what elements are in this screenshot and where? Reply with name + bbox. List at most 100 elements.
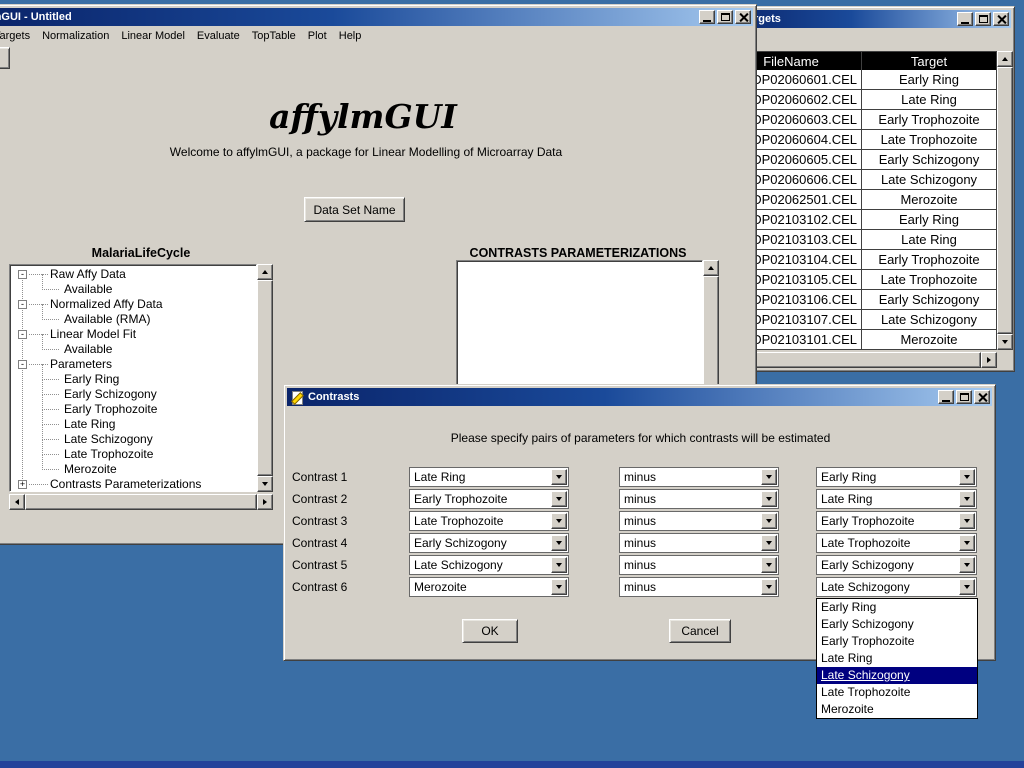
scroll-up-button[interactable]: [257, 264, 273, 280]
tree-node[interactable]: Merozoite: [10, 462, 256, 477]
scroll-right-button[interactable]: [981, 352, 997, 368]
combobox-arrow-button[interactable]: [959, 513, 975, 529]
dropdown-item[interactable]: Late Trophozoite: [817, 684, 977, 701]
combobox-arrow-button[interactable]: [551, 513, 567, 529]
dropdown-item[interactable]: Late Ring: [817, 650, 977, 667]
combobox-arrow-button[interactable]: [761, 557, 777, 573]
table-row[interactable]: DP02103106.CEL Early Schizogony: [720, 290, 997, 310]
combobox-arrow-button[interactable]: [959, 579, 975, 595]
table-row[interactable]: DP02103105.CEL Late Trophozoite: [720, 270, 997, 290]
tree-node[interactable]: Available (RMA): [10, 312, 256, 327]
ok-button[interactable]: OK: [462, 619, 518, 643]
contrast-left-combobox[interactable]: Merozoite: [409, 577, 569, 597]
tree-vertical-scrollbar[interactable]: [257, 264, 273, 492]
dropdown-item[interactable]: Early Trophozoite: [817, 633, 977, 650]
table-row[interactable]: DP02103102.CEL Early Ring: [720, 210, 997, 230]
table-row[interactable]: DP02103101.CEL Merozoite: [720, 330, 997, 350]
cancel-button[interactable]: Cancel: [669, 619, 731, 643]
contrast-operator-combobox[interactable]: minus: [619, 511, 779, 531]
menu-item[interactable]: Evaluate: [191, 28, 246, 44]
contrast-right-combobox[interactable]: Late Schizogony: [816, 577, 977, 597]
table-row[interactable]: DP02060603.CEL Early Trophozoite: [720, 110, 997, 130]
table-row[interactable]: DP02103107.CEL Late Schizogony: [720, 310, 997, 330]
tree-horizontal-scrollbar[interactable]: [9, 494, 273, 510]
contrast-right-combobox[interactable]: Early Schizogony: [816, 555, 977, 575]
combobox-arrow-button[interactable]: [761, 535, 777, 551]
tree-expand-icon[interactable]: +: [18, 480, 27, 489]
combobox-arrow-button[interactable]: [959, 469, 975, 485]
contrast-operator-combobox[interactable]: minus: [619, 467, 779, 487]
contrast-operator-combobox[interactable]: minus: [619, 577, 779, 597]
targets-vertical-scrollbar[interactable]: [997, 51, 1013, 350]
contrast-operator-combobox[interactable]: minus: [619, 533, 779, 553]
table-row[interactable]: DP02060606.CEL Late Schizogony: [720, 170, 997, 190]
combobox-arrow-button[interactable]: [551, 535, 567, 551]
combobox-arrow-button[interactable]: [959, 535, 975, 551]
tree-node[interactable]: Available: [10, 282, 256, 297]
combobox-arrow-button[interactable]: [551, 491, 567, 507]
tree-expand-icon[interactable]: -: [18, 270, 27, 279]
combobox-arrow-button[interactable]: [551, 579, 567, 595]
scrollbar-thumb[interactable]: [997, 67, 1013, 334]
main-title-bar[interactable]: affylmGUI - Untitled: [0, 8, 753, 26]
contrast-right-combobox[interactable]: Early Trophozoite: [816, 511, 977, 531]
scroll-right-button[interactable]: [257, 494, 273, 510]
tree-node[interactable]: + Contrasts Parameterizations: [10, 477, 256, 492]
combobox-arrow-button[interactable]: [761, 579, 777, 595]
scroll-down-button[interactable]: [997, 334, 1013, 350]
menu-item[interactable]: Targets: [0, 28, 36, 44]
minimize-button[interactable]: [957, 12, 973, 26]
combobox-arrow-button[interactable]: [761, 491, 777, 507]
dropdown-item[interactable]: Early Schizogony: [817, 616, 977, 633]
menu-item[interactable]: Plot: [302, 28, 333, 44]
toolbar-button[interactable]: [0, 47, 10, 69]
tree-node[interactable]: Available: [10, 342, 256, 357]
combobox-arrow-button[interactable]: [761, 513, 777, 529]
contrast-left-combobox[interactable]: Early Trophozoite: [409, 489, 569, 509]
close-button[interactable]: [735, 10, 751, 24]
menu-item[interactable]: Help: [333, 28, 368, 44]
table-row[interactable]: DP02060602.CEL Late Ring: [720, 90, 997, 110]
scroll-down-button[interactable]: [257, 476, 273, 492]
combobox-arrow-button[interactable]: [959, 491, 975, 507]
menu-item[interactable]: TopTable: [246, 28, 302, 44]
tree-expand-icon[interactable]: -: [18, 330, 27, 339]
dropdown-item[interactable]: Late Schizogony: [817, 667, 977, 684]
close-button[interactable]: [974, 390, 990, 404]
contrast-operator-combobox[interactable]: minus: [619, 555, 779, 575]
menu-item[interactable]: Linear Model: [115, 28, 191, 44]
maximize-button[interactable]: [975, 12, 991, 26]
contrast-left-combobox[interactable]: Late Schizogony: [409, 555, 569, 575]
targets-title-bar[interactable]: Targets: [720, 10, 1011, 28]
scroll-up-button[interactable]: [703, 260, 719, 276]
scrollbar-thumb[interactable]: [25, 494, 257, 510]
minimize-button[interactable]: [938, 390, 954, 404]
scroll-up-button[interactable]: [997, 51, 1013, 67]
scrollbar-thumb[interactable]: [257, 280, 273, 476]
dataset-name-button[interactable]: Data Set Name: [304, 197, 405, 222]
table-row[interactable]: DP02060604.CEL Late Trophozoite: [720, 130, 997, 150]
maximize-button[interactable]: [717, 10, 733, 24]
combobox-arrow-button[interactable]: [551, 469, 567, 485]
tree-expand-icon[interactable]: -: [18, 300, 27, 309]
close-button[interactable]: [993, 12, 1009, 26]
contrast-operator-combobox[interactable]: minus: [619, 489, 779, 509]
dropdown-item[interactable]: Early Ring: [817, 599, 977, 616]
contrast-right-combobox[interactable]: Late Trophozoite: [816, 533, 977, 553]
dropdown-item[interactable]: Merozoite: [817, 701, 977, 718]
combobox-arrow-button[interactable]: [959, 557, 975, 573]
scrollbar-thumb[interactable]: [736, 352, 981, 368]
scroll-left-button[interactable]: [9, 494, 25, 510]
contrast-left-combobox[interactable]: Early Schizogony: [409, 533, 569, 553]
table-row[interactable]: DP02060601.CEL Early Ring: [720, 70, 997, 90]
minimize-button[interactable]: [699, 10, 715, 24]
combobox-arrow-button[interactable]: [761, 469, 777, 485]
contrast-right-combobox[interactable]: Late Ring: [816, 489, 977, 509]
contrasts-title-bar[interactable]: Contrasts: [287, 388, 992, 406]
table-row[interactable]: DP02060605.CEL Early Schizogony: [720, 150, 997, 170]
table-row[interactable]: DP02062501.CEL Merozoite: [720, 190, 997, 210]
contrast-left-combobox[interactable]: Late Trophozoite: [409, 511, 569, 531]
tree-expand-icon[interactable]: -: [18, 360, 27, 369]
contrast-left-combobox[interactable]: Late Ring: [409, 467, 569, 487]
targets-horizontal-scrollbar[interactable]: [720, 352, 997, 368]
